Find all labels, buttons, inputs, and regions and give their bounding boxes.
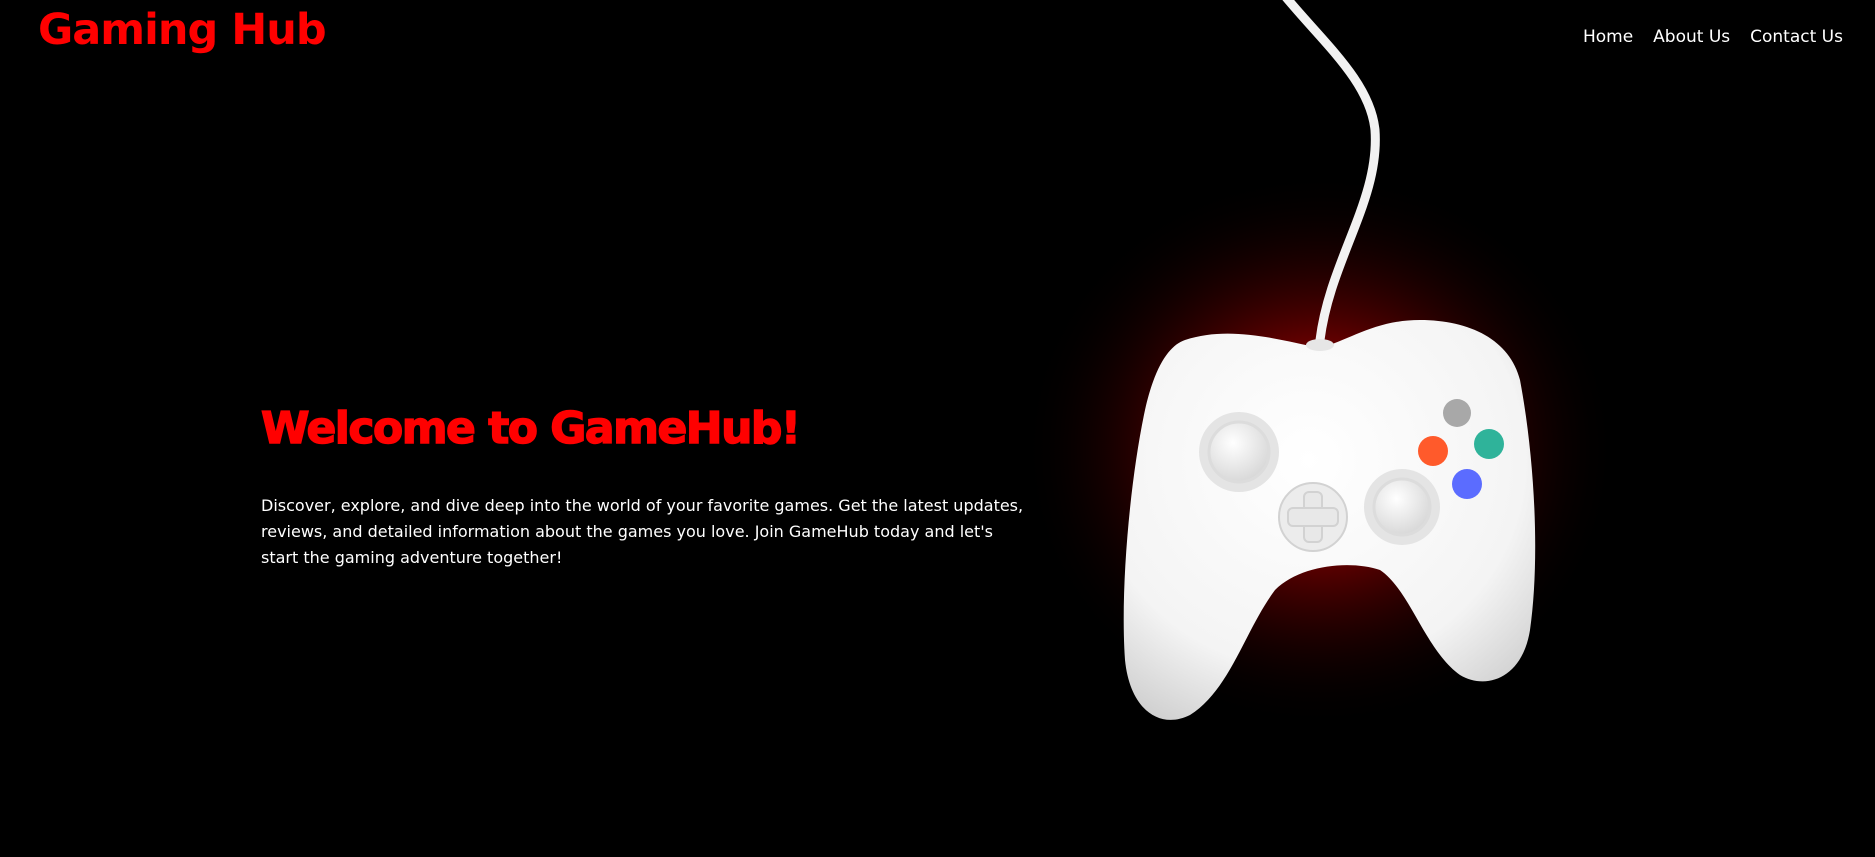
hero-description: Discover, explore, and dive deep into th… bbox=[261, 496, 1024, 567]
face-button-green bbox=[1474, 429, 1504, 459]
cable-port bbox=[1306, 339, 1334, 351]
landing-page: Gaming Hub Home About Us Contact Us Welc… bbox=[0, 0, 1875, 857]
face-button-orange bbox=[1418, 436, 1448, 466]
hero-title: Welcome to GameHub! bbox=[260, 402, 801, 455]
face-button-gray bbox=[1443, 399, 1471, 427]
nav-link-about-us[interactable]: About Us bbox=[1653, 24, 1730, 50]
d-pad-icon bbox=[1278, 482, 1348, 552]
right-analog-stick bbox=[1372, 477, 1432, 537]
face-button-blue bbox=[1452, 469, 1482, 499]
site-logo[interactable]: Gaming Hub bbox=[38, 2, 327, 58]
left-analog-stick bbox=[1207, 420, 1271, 484]
game-controller-icon bbox=[1030, 0, 1620, 720]
nav-link-contact-us[interactable]: Contact Us bbox=[1750, 24, 1843, 50]
